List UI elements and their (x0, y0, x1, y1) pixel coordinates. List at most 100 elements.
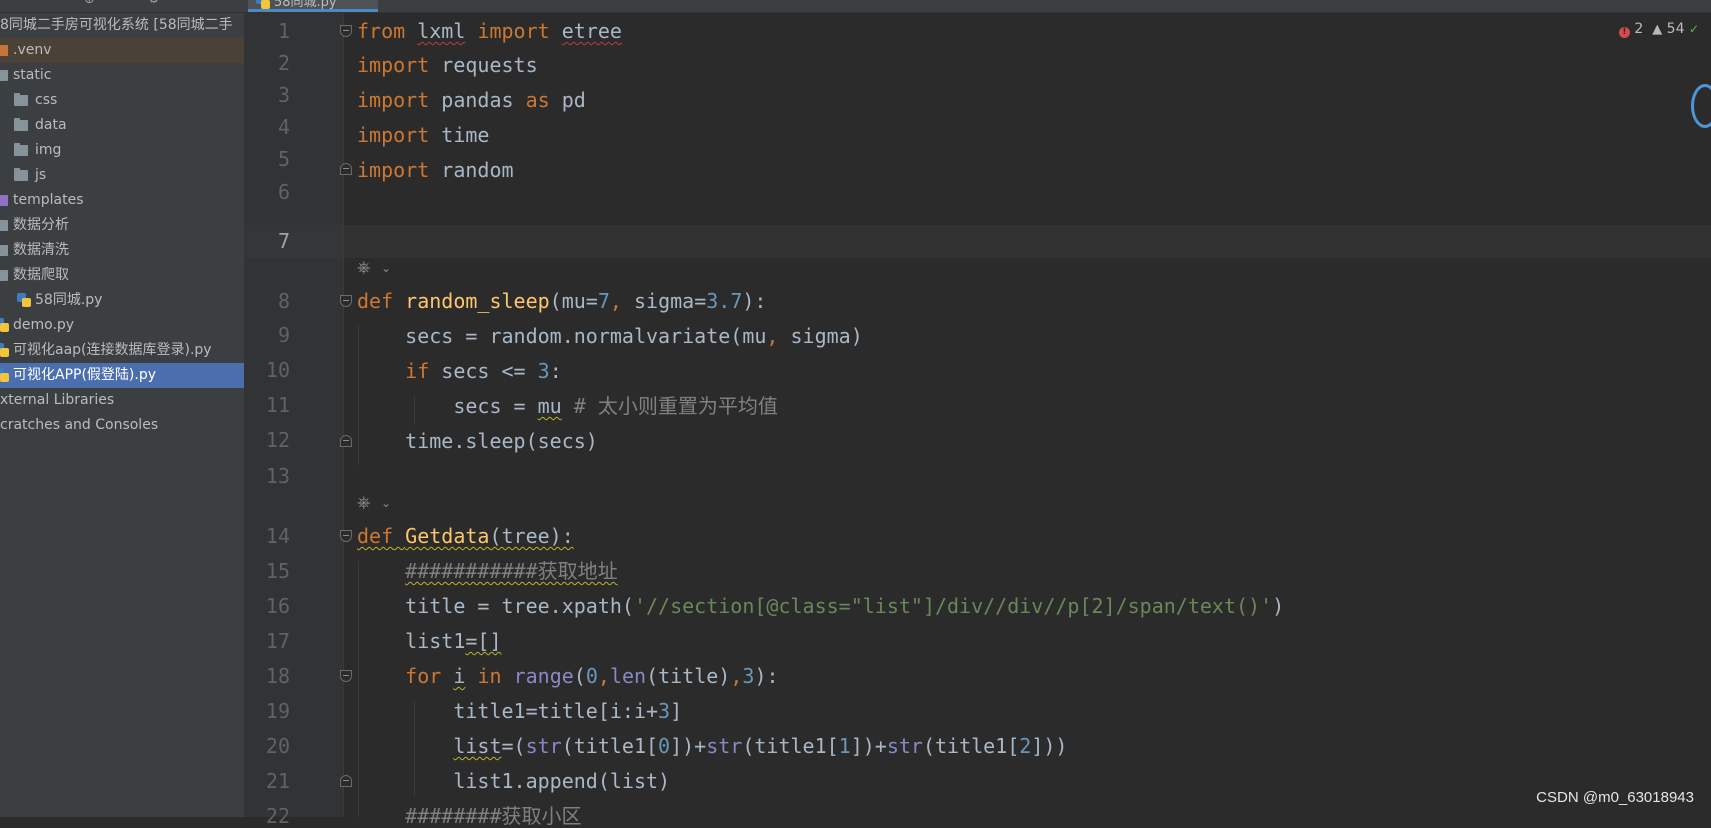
code-line-2[interactable]: import requests (357, 53, 538, 77)
tree-item-data-cleaning[interactable]: 数据清洗 (0, 238, 244, 263)
code-line-12[interactable]: time.sleep(secs) (357, 429, 598, 453)
tree-item-data[interactable]: data (0, 113, 244, 138)
check-icon: ✓ (1688, 22, 1699, 36)
token-comma: , (597, 664, 610, 688)
token-comment: ###########获取地址 (405, 559, 618, 583)
line-number: 8 (277, 289, 290, 313)
fold-marker[interactable] (340, 530, 352, 542)
code-line-15[interactable]: ###########获取地址 (357, 559, 618, 583)
code-line-5[interactable]: import random (357, 158, 514, 182)
tree-item-static[interactable]: static (0, 63, 244, 88)
token-number: 7 (597, 289, 610, 313)
token-name: list1 (405, 629, 466, 653)
code-line-8[interactable]: def random_sleep(mu=7, sigma=3.7): (357, 289, 766, 313)
line-number: 1 (277, 19, 290, 43)
chevron-down-icon: ⌄ (381, 261, 392, 275)
code-line-22[interactable]: ########获取小区 (357, 804, 582, 828)
token-number: 3 (537, 359, 550, 383)
code-line-11[interactable]: secs = mu # 太小则重置为平均值 (357, 394, 778, 418)
options-icon[interactable]: ⚙ (148, 0, 160, 6)
token-comment: ########获取小区 (405, 804, 582, 828)
tree-item-visual-app-db-py[interactable]: 可视化aap(连接数据库登录).py (0, 338, 244, 363)
token-string: '//section[@class="list"]/div//div//p[2]… (633, 594, 1273, 618)
token-builtin: range (513, 664, 574, 688)
locate-icon[interactable]: ⊕ (84, 0, 95, 6)
code-line-1[interactable]: from lxml import etree (357, 19, 622, 43)
code-editor[interactable]: 58同城.py 1 2 3 4 5 6 7 8 9 10 11 12 13 14… (244, 0, 1711, 828)
inspections-widget[interactable]: ! 2 ▲ 54 ✓ (1618, 20, 1699, 38)
tree-item-label: 可视化aap(连接数据库登录).py (13, 342, 212, 358)
token-comma: , (766, 324, 779, 348)
token-keyword: import (357, 158, 430, 182)
tree-item-img[interactable]: img (0, 138, 244, 163)
token-text: sigma= (633, 289, 707, 313)
token-comma: , (730, 664, 743, 688)
tree-item-data-crawling[interactable]: 数据爬取 (0, 263, 244, 288)
tree-item-label: data (35, 117, 67, 133)
code-line-17[interactable]: list1=[] (357, 629, 501, 653)
python-file-icon (0, 343, 9, 357)
tree-item-css[interactable]: css (0, 88, 244, 113)
code-line-21[interactable]: list1.append(list) (357, 769, 670, 793)
line-number: 20 (265, 734, 290, 758)
project-root-row[interactable]: 8同城二手房可视化系统 [58同城二手 (0, 13, 244, 38)
tree-item-venv[interactable]: .venv (0, 38, 244, 63)
token-number: 2 (1019, 734, 1032, 758)
editor-tab-active[interactable]: 58同城.py (248, 0, 378, 12)
ai-assistant-icon[interactable] (1691, 84, 1711, 128)
token-text: ] (670, 699, 683, 723)
fold-marker[interactable] (340, 775, 352, 787)
token-text: ])) (1031, 734, 1068, 758)
token-builtin: len (609, 664, 647, 688)
line-number: 14 (265, 524, 290, 548)
token-name: time (441, 123, 490, 147)
collapse-all-icon[interactable]: — (114, 0, 127, 6)
fold-marker[interactable] (340, 435, 352, 447)
tree-item-data-analysis[interactable]: 数据分析 (0, 213, 244, 238)
tree-item-js[interactable]: js (0, 163, 244, 188)
token-text: (title1[ (742, 734, 839, 758)
token-text: ( (573, 664, 586, 688)
token-name: etree (561, 19, 622, 43)
code-line-16[interactable]: title = tree.xpath('//section[@class="li… (357, 594, 1284, 618)
tree-item-visual-app-fake-login-py[interactable]: 可视化APP(假登陆).py (0, 363, 244, 388)
code-line-10[interactable]: if secs <= 3: (357, 359, 562, 383)
code-line-3[interactable]: import pandas as pd (357, 88, 586, 112)
tree-item-external-libraries[interactable]: xternal Libraries (0, 388, 244, 413)
token-text: (title) (646, 664, 731, 688)
token-function: random_sleep (405, 289, 550, 313)
token-number: 3 (742, 664, 755, 688)
fold-marker[interactable] (340, 670, 352, 682)
code-line-20[interactable]: list=(str(title1[0])+str(title1[1])+str(… (357, 734, 1067, 758)
python-file-icon (17, 293, 31, 307)
tree-item-58tongcheng-py[interactable]: 58同城.py (0, 288, 244, 313)
code-line-4[interactable]: import time (357, 123, 489, 147)
fold-marker[interactable] (340, 295, 352, 307)
token-name: title1 (453, 699, 526, 723)
token-comment: # 太小则重置为平均值 (573, 394, 778, 418)
code-line-9[interactable]: secs = random.normalvariate(mu, sigma) (357, 324, 863, 348)
tree-item-label: 数据爬取 (13, 267, 69, 283)
ai-assistant-icon: ⎈ (357, 493, 371, 513)
token-text: ])+ (850, 734, 887, 758)
tab-label: 58同城.py (274, 0, 337, 10)
tree-item-label: demo.py (13, 317, 75, 333)
code-line-19[interactable]: title1=title[i:i+3] (357, 699, 682, 723)
token-number: 3.7 (706, 289, 743, 313)
token-text: sigma) (778, 324, 863, 348)
folder-icon (0, 270, 8, 281)
tree-item-templates[interactable]: templates (0, 188, 244, 213)
fold-marker[interactable] (340, 163, 352, 175)
code-line-14[interactable]: def Getdata(tree): (357, 524, 574, 548)
tree-item-demo-py[interactable]: demo.py (0, 313, 244, 338)
code-line-18[interactable]: for i in range(0,len(title),3): (357, 664, 778, 688)
fold-marker[interactable] (340, 25, 352, 37)
token-text: ): (742, 289, 767, 313)
project-toolbar: ⊕ — ⚙ – (0, 0, 244, 13)
token-name: mu (537, 394, 562, 418)
folder-excluded-icon (0, 45, 8, 56)
hide-icon[interactable]: – (190, 0, 197, 6)
line-number: 9 (277, 323, 290, 347)
tree-item-scratches[interactable]: cratches and Consoles (0, 413, 244, 438)
line-number: 13 (265, 464, 290, 488)
